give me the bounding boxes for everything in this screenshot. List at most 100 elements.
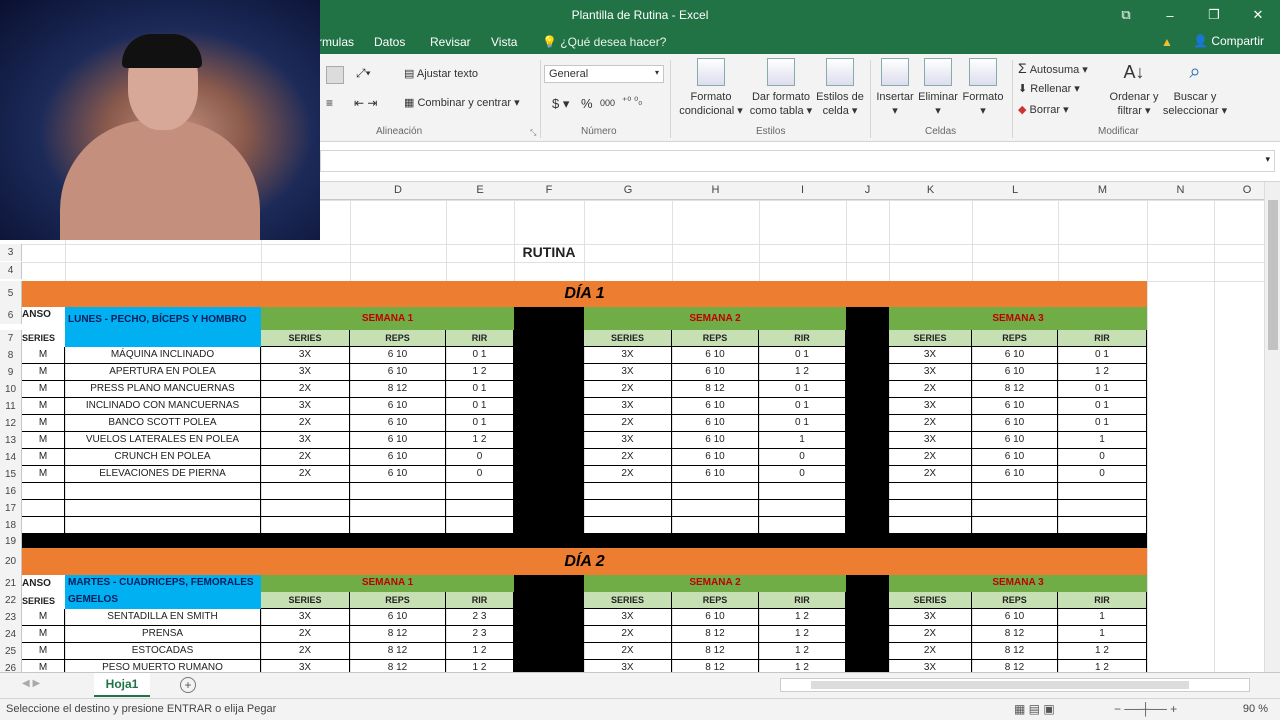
restore-icon[interactable]: ❐ bbox=[1192, 0, 1236, 30]
value-cell[interactable]: 8 12 bbox=[972, 660, 1058, 672]
value-cell[interactable]: 1 2 bbox=[759, 364, 846, 381]
row-header[interactable]: 16 bbox=[0, 483, 22, 500]
row-header[interactable]: 6 bbox=[0, 307, 22, 324]
value-cell[interactable]: 8 12 bbox=[350, 381, 446, 398]
value-cell[interactable]: 0 bbox=[446, 449, 514, 466]
row-header[interactable]: 26 bbox=[0, 660, 22, 672]
value-cell[interactable]: 3X bbox=[889, 364, 972, 381]
sub-header-cell[interactable]: RIR bbox=[446, 330, 514, 347]
value-cell[interactable]: 3X bbox=[261, 660, 350, 672]
align-right-icon[interactable]: ≡ bbox=[326, 96, 333, 110]
value-cell[interactable]: 1 bbox=[1058, 432, 1147, 449]
sub-header-cell[interactable]: RIR bbox=[446, 592, 514, 609]
minimize-icon[interactable]: – bbox=[1148, 0, 1192, 30]
empty-cell[interactable] bbox=[672, 500, 759, 517]
day2-week2-header[interactable]: SEMANA 2 bbox=[584, 575, 846, 592]
rutina-title[interactable]: RUTINA bbox=[514, 244, 584, 262]
rest-cell[interactable]: M bbox=[22, 626, 65, 643]
value-cell[interactable]: 0 1 bbox=[1058, 347, 1147, 364]
value-cell[interactable]: 3X bbox=[584, 398, 672, 415]
decimal-icon[interactable]: ⁺⁰ ⁰₀ bbox=[622, 96, 642, 107]
value-cell[interactable]: 1 bbox=[759, 432, 846, 449]
empty-cell[interactable] bbox=[972, 483, 1058, 500]
value-cell[interactable]: 0 1 bbox=[759, 381, 846, 398]
value-cell[interactable]: 0 bbox=[446, 466, 514, 483]
empty-cell[interactable] bbox=[65, 517, 261, 534]
value-cell[interactable]: 0 1 bbox=[1058, 381, 1147, 398]
exercise-cell[interactable]: ESTOCADAS bbox=[65, 643, 261, 660]
insert-button[interactable]: Insertar ▾ bbox=[874, 58, 916, 118]
rest-series-header-2[interactable]: SERIES bbox=[22, 593, 65, 610]
day2-week3-header[interactable]: SEMANA 3 bbox=[889, 575, 1147, 592]
row-header[interactable]: 7 bbox=[0, 330, 22, 347]
value-cell[interactable]: 3X bbox=[584, 364, 672, 381]
value-cell[interactable]: 2X bbox=[584, 626, 672, 643]
view-icons[interactable]: ▦ ▤ ▣ bbox=[1014, 702, 1055, 716]
value-cell[interactable]: 1 2 bbox=[446, 660, 514, 672]
value-cell[interactable]: 6 10 bbox=[350, 415, 446, 432]
empty-cell[interactable] bbox=[889, 500, 972, 517]
sub-header-cell[interactable]: SERIES bbox=[889, 330, 972, 347]
indent-icon[interactable]: ⇤ ⇥ bbox=[354, 96, 377, 110]
value-cell[interactable]: 3X bbox=[261, 347, 350, 364]
sub-header-cell[interactable]: RIR bbox=[1058, 330, 1147, 347]
value-cell[interactable]: 2X bbox=[261, 415, 350, 432]
value-cell[interactable]: 3X bbox=[889, 660, 972, 672]
column-header-l[interactable]: L bbox=[972, 184, 1058, 196]
value-cell[interactable]: 3X bbox=[261, 432, 350, 449]
horizontal-scrollbar[interactable] bbox=[780, 678, 1250, 692]
sub-header-cell[interactable]: REPS bbox=[350, 592, 446, 609]
sub-header-cell[interactable]: SERIES bbox=[584, 592, 672, 609]
vertical-scrollbar[interactable] bbox=[1264, 182, 1280, 672]
empty-cell[interactable] bbox=[350, 500, 446, 517]
value-cell[interactable]: 2X bbox=[584, 643, 672, 660]
value-cell[interactable]: 0 bbox=[1058, 466, 1147, 483]
row-header[interactable]: 12 bbox=[0, 415, 22, 432]
dialog-launcher-icon[interactable]: ⤡ bbox=[530, 128, 536, 138]
scroll-thumb[interactable] bbox=[811, 681, 1189, 689]
value-cell[interactable]: 1 2 bbox=[759, 609, 846, 626]
empty-cell[interactable] bbox=[446, 517, 514, 534]
value-cell[interactable]: 6 10 bbox=[350, 609, 446, 626]
exercise-cell[interactable]: BANCO SCOTT POLEA bbox=[65, 415, 261, 432]
empty-cell[interactable] bbox=[22, 500, 65, 517]
format-as-table-button[interactable]: Dar formato como tabla ▾ bbox=[746, 58, 816, 118]
orientation-icon[interactable]: ⤢▾ bbox=[356, 66, 371, 81]
empty-cell[interactable] bbox=[1058, 483, 1147, 500]
value-cell[interactable]: 6 10 bbox=[972, 466, 1058, 483]
value-cell[interactable]: 0 1 bbox=[446, 398, 514, 415]
day1-week1-header[interactable]: SEMANA 1 bbox=[261, 307, 514, 330]
rest-cell[interactable]: M bbox=[22, 609, 65, 626]
empty-cell[interactable] bbox=[446, 483, 514, 500]
value-cell[interactable]: 6 10 bbox=[972, 449, 1058, 466]
column-header-i[interactable]: I bbox=[759, 184, 846, 196]
value-cell[interactable]: 6 10 bbox=[350, 449, 446, 466]
value-cell[interactable]: 8 12 bbox=[350, 643, 446, 660]
empty-cell[interactable] bbox=[1058, 517, 1147, 534]
spreadsheet-grid[interactable]: RUTINA DÍA 1 ANSO LUNES - PECHO, BÍCEPS … bbox=[0, 200, 1264, 672]
empty-cell[interactable] bbox=[972, 500, 1058, 517]
value-cell[interactable]: 1 2 bbox=[1058, 660, 1147, 672]
value-cell[interactable]: 6 10 bbox=[972, 398, 1058, 415]
value-cell[interactable]: 1 2 bbox=[446, 364, 514, 381]
empty-cell[interactable] bbox=[972, 517, 1058, 534]
empty-cell[interactable] bbox=[350, 517, 446, 534]
row-header[interactable]: 21 bbox=[0, 575, 22, 592]
value-cell[interactable]: 2X bbox=[584, 381, 672, 398]
day1-week2-header[interactable]: SEMANA 2 bbox=[584, 307, 846, 330]
rest-cell[interactable]: M bbox=[22, 643, 65, 660]
formula-input[interactable]: ▾ bbox=[320, 150, 1275, 172]
value-cell[interactable]: 6 10 bbox=[972, 347, 1058, 364]
value-cell[interactable]: 6 10 bbox=[672, 415, 759, 432]
row-header[interactable]: 5 bbox=[0, 281, 22, 307]
value-cell[interactable]: 0 1 bbox=[446, 415, 514, 432]
sub-header-cell[interactable]: REPS bbox=[672, 592, 759, 609]
value-cell[interactable]: 0 1 bbox=[759, 347, 846, 364]
value-cell[interactable]: 0 1 bbox=[759, 415, 846, 432]
merge-center-button[interactable]: ▦ Combinar y centrar ▾ bbox=[404, 96, 520, 109]
value-cell[interactable]: 0 bbox=[759, 449, 846, 466]
value-cell[interactable]: 2X bbox=[261, 381, 350, 398]
value-cell[interactable]: 6 10 bbox=[672, 347, 759, 364]
ribbon-display-icon[interactable]: ⧉ bbox=[1104, 0, 1148, 30]
align-middle-icon[interactable] bbox=[326, 66, 344, 84]
